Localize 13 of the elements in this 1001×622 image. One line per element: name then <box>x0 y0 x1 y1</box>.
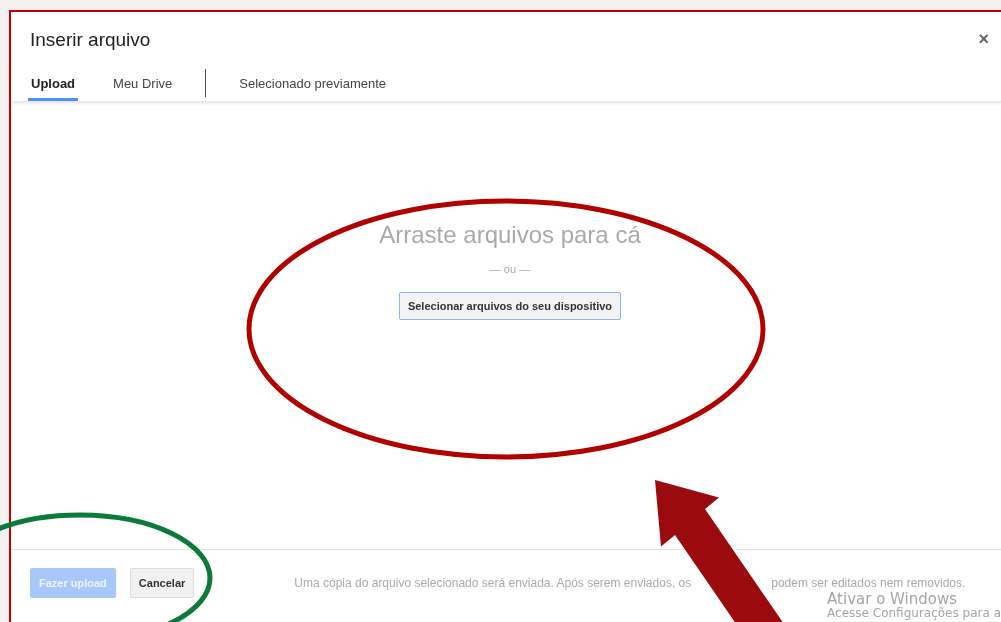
select-files-button[interactable]: Selecionar arquivos do seu dispositivo <box>398 292 622 320</box>
tab[interactable]: Selecionado previamente <box>236 65 390 101</box>
upload-note: Uma cópia do arquivo selecionado será enviada. Após serem enviados, os <box>294 576 692 590</box>
dialog-title: Inserir arquivo <box>30 29 151 51</box>
cancel-button[interactable]: Cancelar <box>129 568 195 598</box>
tab[interactable]: Upload <box>28 65 79 101</box>
upload-note: podem ser editados nem removidos. <box>771 576 966 590</box>
or-separator: — ou — <box>489 263 531 275</box>
tab[interactable]: Meu Drive <box>110 65 176 101</box>
drop-hint: Arraste arquivos para cá <box>379 221 641 249</box>
activation-text: Acesse Configurações para a <box>827 607 1001 619</box>
close-button[interactable]: × <box>978 29 989 49</box>
activation-title: Ativar o Windows <box>827 592 959 607</box>
